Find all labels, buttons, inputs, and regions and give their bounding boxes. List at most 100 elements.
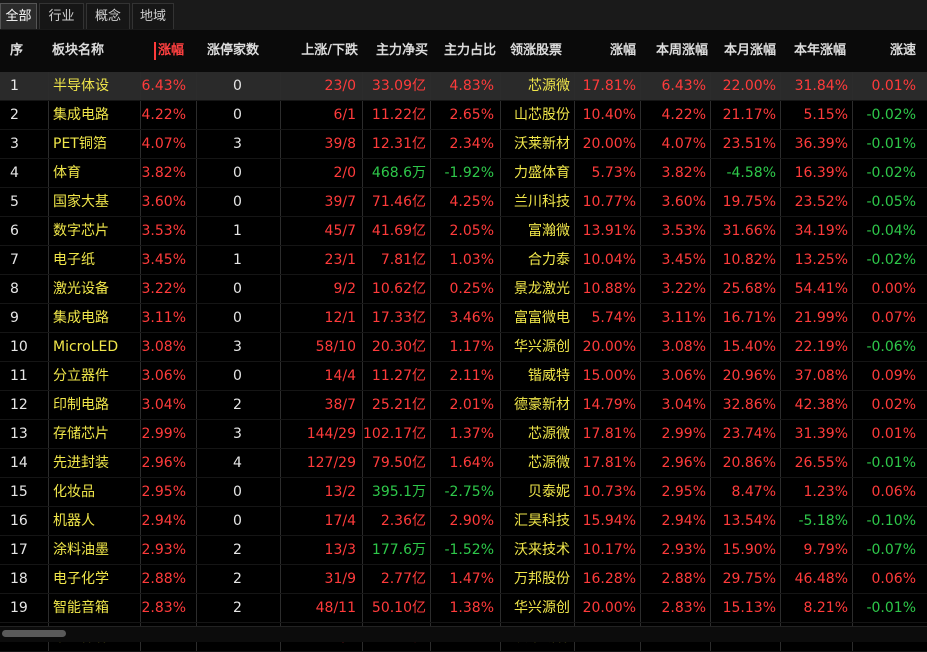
cell-up-down: 39/7 [280, 188, 360, 216]
cell-speed: -0.01% [852, 594, 920, 622]
cell-week-change: 3.45% [640, 246, 710, 274]
scrollbar-thumb[interactable] [2, 630, 66, 637]
cell-main-ratio: 0.25% [430, 275, 498, 303]
tab-bar: 全部 行业 概念 地域 [0, 0, 927, 31]
col-header-month-change[interactable]: 本月涨幅 [718, 30, 776, 72]
col-header-sector-name[interactable]: 板块名称 [52, 30, 142, 72]
table-row[interactable]: 16 机器人 2.94% 0 17/4 2.36亿 2.90% 汇昊科技 15.94% 2.94%… [0, 507, 927, 536]
cell-limit-up-count: 0 [196, 478, 278, 506]
cell-week-change: 2.96% [640, 449, 710, 477]
cell-year-change: 31.39% [780, 420, 852, 448]
table-row[interactable]: 18 电子化学 2.88% 2 31/9 2.77亿 1.47% 万邦股份 16.28% 2.88… [0, 565, 927, 594]
cell-month-change: 22.00% [710, 72, 780, 100]
cell-change: 4.07% [140, 130, 190, 158]
cell-month-change: 31.66% [710, 217, 780, 245]
table-row[interactable]: 15 化妆品 2.95% 0 13/2 395.1万 -2.75% 贝泰妮 10.73% 2.95… [0, 478, 927, 507]
cell-stock-change: 17.81% [574, 420, 640, 448]
cell-leading-stock: 万邦股份 [500, 565, 574, 593]
cell-up-down: 48/11 [280, 594, 360, 622]
tab-region[interactable]: 地域 [132, 3, 174, 29]
col-header-stock-change[interactable]: 涨幅 [590, 30, 636, 72]
sort-indicator-icon [154, 42, 156, 60]
cell-month-change: 15.40% [710, 333, 780, 361]
table-row[interactable]: 11 分立器件 3.06% 0 14/4 11.27亿 2.11% 锴威特 15.00% 3.06… [0, 362, 927, 391]
cell-main-net-buy: 468.6万 [362, 159, 430, 187]
table-row[interactable]: 5 国家大基 3.60% 0 39/7 71.46亿 4.25% 兰川科技 10.77% 3.60… [0, 188, 927, 217]
cell-leading-stock: 沃莱新材 [500, 130, 574, 158]
cell-main-net-buy: 11.22亿 [362, 101, 430, 129]
col-header-week-change[interactable]: 本周涨幅 [650, 30, 708, 72]
cell-speed: 0.01% [852, 420, 920, 448]
cell-week-change: 4.22% [640, 101, 710, 129]
cell-index: 2 [10, 107, 19, 123]
cell-month-change: 10.82% [710, 246, 780, 274]
cell-main-ratio: 2.65% [430, 101, 498, 129]
col-header-year-change[interactable]: 本年涨幅 [788, 30, 846, 72]
cell-main-ratio: 2.34% [430, 130, 498, 158]
table-row[interactable]: 2 集成电路 4.22% 0 6/1 11.22亿 2.65% 山芯股份 10.40% 4.22%… [0, 101, 927, 130]
cell-sector-name: 先进封装 [48, 449, 140, 477]
cell-stock-change: 20.00% [574, 130, 640, 158]
cell-index: 3 [10, 136, 19, 152]
col-header-speed[interactable]: 涨速 [870, 30, 916, 72]
cell-index: 11 [10, 368, 28, 384]
cell-year-change: 22.19% [780, 333, 852, 361]
cell-week-change: 2.99% [640, 420, 710, 448]
cell-main-net-buy: 11.27亿 [362, 362, 430, 390]
table-row[interactable]: 13 存储芯片 2.99% 3 144/29 102.17亿 1.37% 芯源微 17.81% 2… [0, 420, 927, 449]
cell-up-down: 39/8 [280, 130, 360, 158]
table-row[interactable]: 1 半导体设 6.43% 0 23/0 33.09亿 4.83% 芯源微 17.81% 6.43%… [0, 72, 927, 101]
cell-year-change: 8.21% [780, 594, 852, 622]
cell-month-change: 13.54% [710, 507, 780, 535]
table-row[interactable]: 19 智能音箱 2.83% 2 48/11 50.10亿 1.38% 华兴源创 20.00% 2.… [0, 594, 927, 623]
cell-up-down: 127/29 [280, 449, 360, 477]
tab-all[interactable]: 全部 [0, 3, 37, 29]
table-row[interactable]: 9 集成电路 3.11% 0 12/1 17.33亿 3.46% 富富微电 5.74% 3.11%… [0, 304, 927, 333]
cell-limit-up-count: 2 [196, 536, 278, 564]
col-header-limit-up-count[interactable]: 涨停家数 [207, 30, 277, 72]
cell-year-change: 21.99% [780, 304, 852, 332]
cell-change: 6.43% [140, 72, 190, 100]
table-row[interactable]: 6 数字芯片 3.53% 1 45/7 41.69亿 2.05% 富瀚微 13.91% 3.53%… [0, 217, 927, 246]
cell-stock-change: 15.00% [574, 362, 640, 390]
cell-limit-up-count: 0 [196, 362, 278, 390]
cell-limit-up-count: 2 [196, 391, 278, 419]
col-header-up-down[interactable]: 上涨/下跌 [292, 30, 358, 72]
cell-week-change: 2.93% [640, 536, 710, 564]
cell-leading-stock: 华兴源创 [500, 333, 574, 361]
horizontal-scrollbar[interactable] [0, 626, 927, 642]
cell-main-ratio: 2.01% [430, 391, 498, 419]
tab-industry[interactable]: 行业 [39, 3, 84, 29]
cell-main-ratio: 1.17% [430, 333, 498, 361]
cell-limit-up-count: 2 [196, 565, 278, 593]
table-row[interactable]: 17 涂料油墨 2.93% 2 13/3 177.6万 -1.52% 沃来技术 10.17% 2.… [0, 536, 927, 565]
tab-concept[interactable]: 概念 [86, 3, 130, 29]
col-header-change[interactable]: 涨幅 [158, 30, 194, 72]
cell-main-net-buy: 2.77亿 [362, 565, 430, 593]
col-header-main-ratio[interactable]: 主力占比 [436, 30, 496, 72]
cell-main-net-buy: 79.50亿 [362, 449, 430, 477]
table-row[interactable]: 4 体育 3.82% 0 2/0 468.6万 -1.92% 力盛体育 5.73% 3.82% -4… [0, 159, 927, 188]
col-header-index[interactable]: 序 [10, 30, 40, 72]
cell-change: 3.22% [140, 275, 190, 303]
cell-year-change: 9.79% [780, 536, 852, 564]
table-row[interactable]: 3 PET铜箔 4.07% 3 39/8 12.31亿 2.34% 沃莱新材 20.00% 4.0… [0, 130, 927, 159]
cell-leading-stock: 兰川科技 [500, 188, 574, 216]
cell-speed: 0.06% [852, 478, 920, 506]
table-row[interactable]: 10 MicroLED 3.08% 3 58/10 20.30亿 1.17% 华兴源创 20.0… [0, 333, 927, 362]
cell-leading-stock: 德豪新材 [500, 391, 574, 419]
cell-year-change: 23.52% [780, 188, 852, 216]
table-row[interactable]: 8 激光设备 3.22% 0 9/2 10.62亿 0.25% 景龙激光 10.88% 3.22%… [0, 275, 927, 304]
cell-sector-name: 机器人 [48, 507, 140, 535]
cell-year-change: 34.19% [780, 217, 852, 245]
cell-sector-name: 化妆品 [48, 478, 140, 506]
table-row[interactable]: 7 电子纸 3.45% 1 23/1 7.81亿 1.03% 合力泰 10.04% 3.45% 10… [0, 246, 927, 275]
table-row[interactable]: 14 先进封装 2.96% 4 127/29 79.50亿 1.64% 芯源微 17.81% 2.… [0, 449, 927, 478]
cell-speed: -0.02% [852, 159, 920, 187]
cell-change: 3.45% [140, 246, 190, 274]
cell-month-change: -4.58% [710, 159, 780, 187]
col-header-leading-stock[interactable]: 领涨股票 [510, 30, 572, 72]
table-row[interactable]: 12 印制电路 3.04% 2 38/7 25.21亿 2.01% 德豪新材 14.79% 3.0… [0, 391, 927, 420]
cell-index: 18 [10, 571, 28, 587]
col-header-main-net-buy[interactable]: 主力净买 [368, 30, 428, 72]
